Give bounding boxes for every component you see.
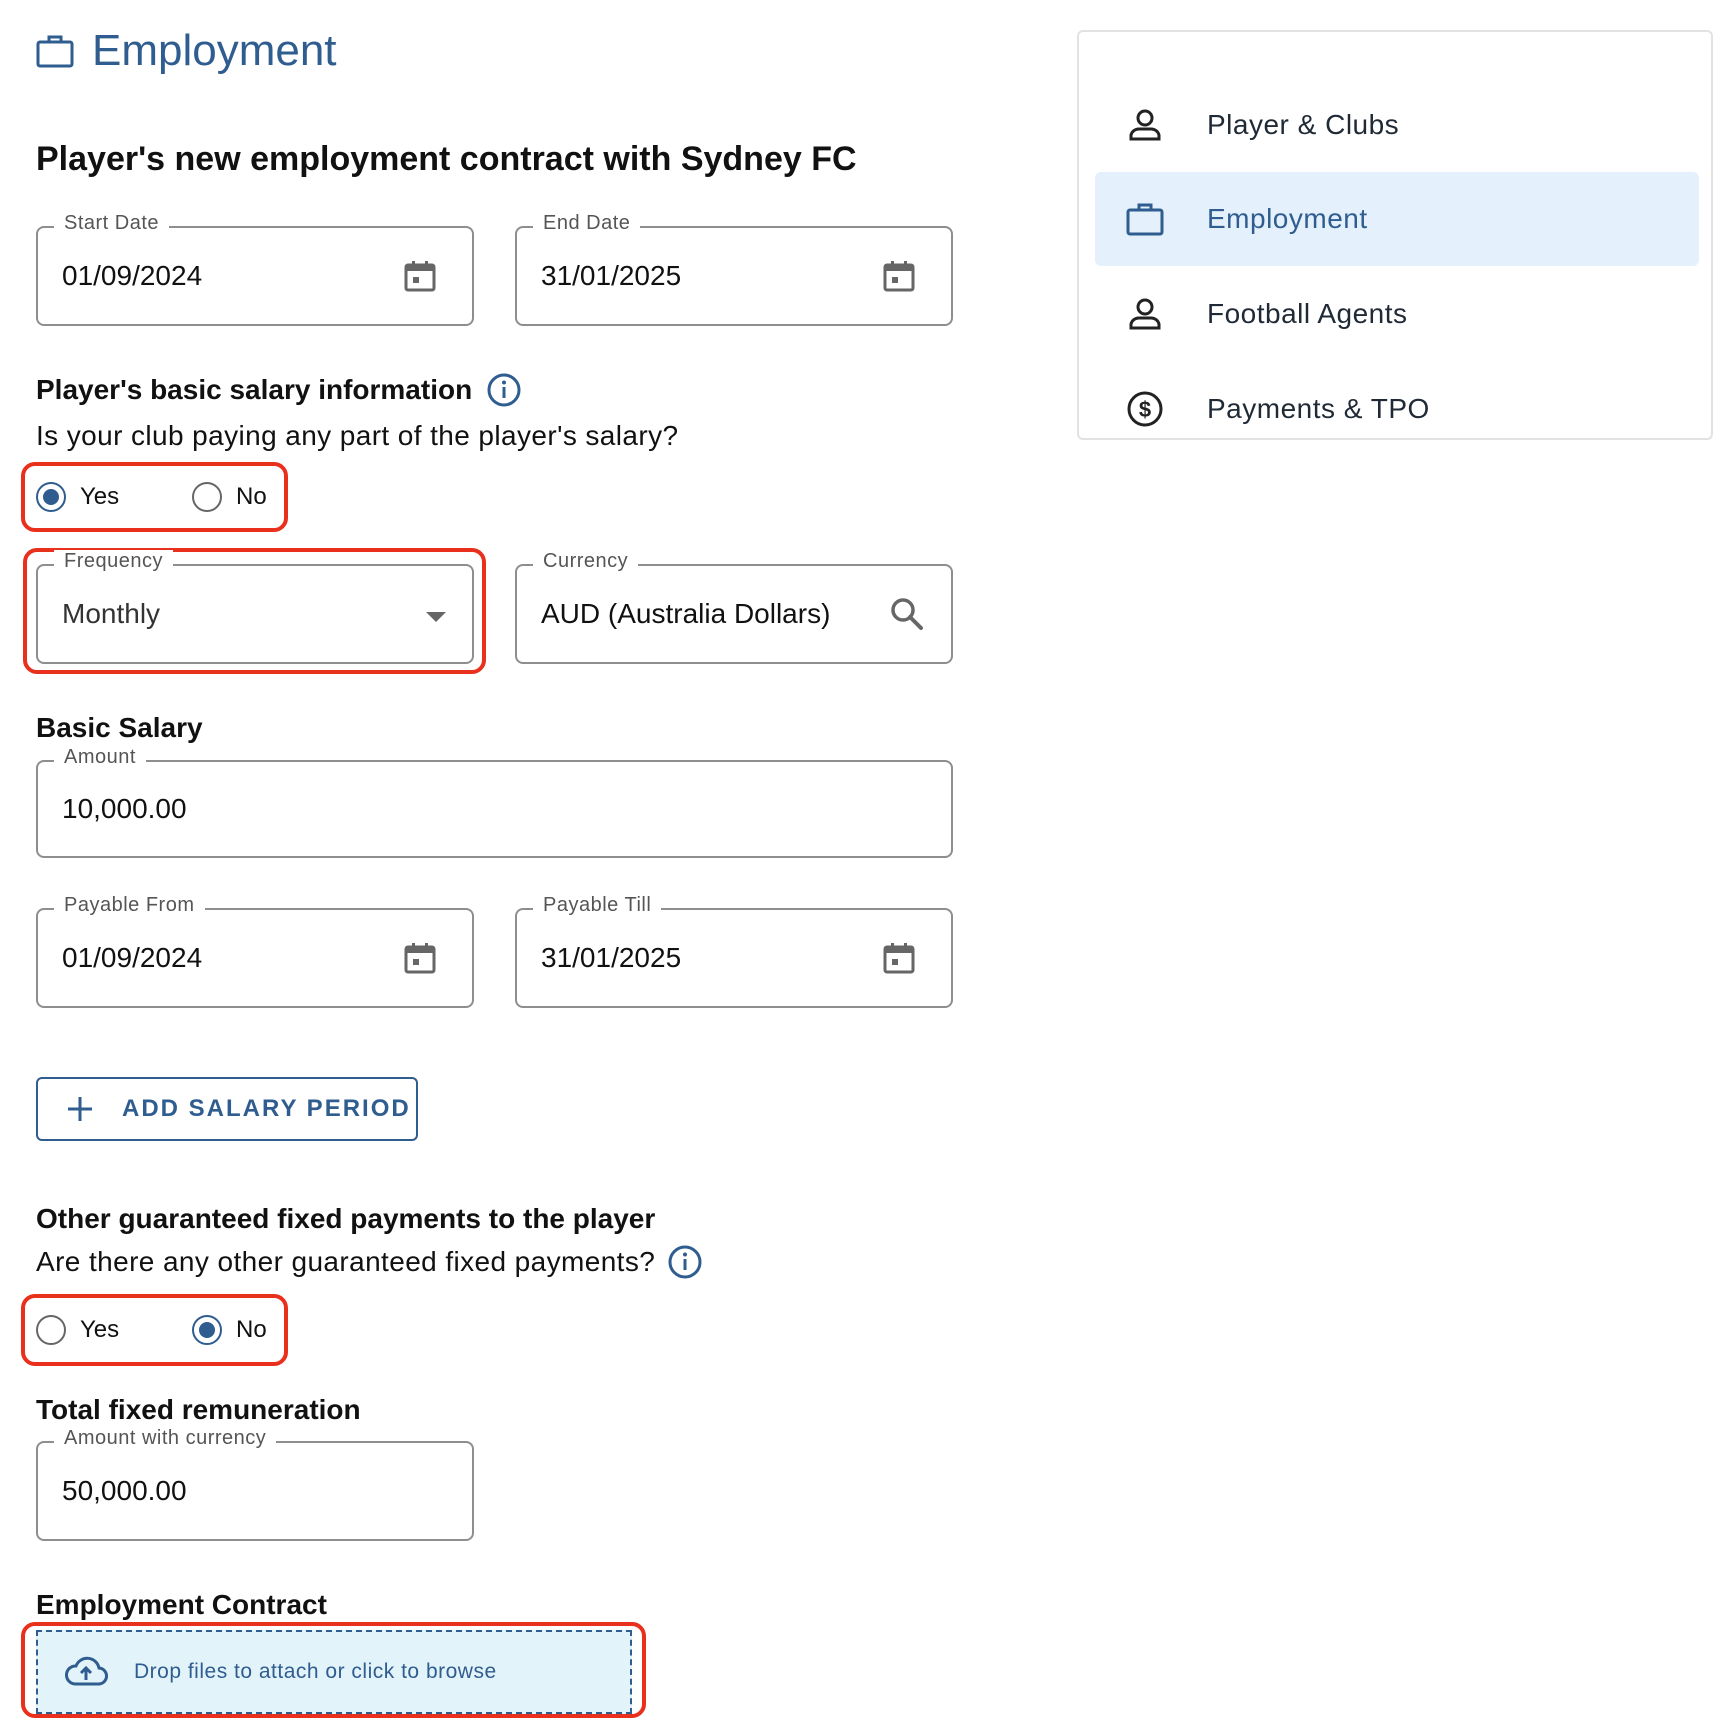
payable-till-field[interactable]: Payable Till 31/01/2025 [515,894,953,1008]
sidebar-item-label: Player & Clubs [1207,109,1400,140]
start-date-label: Start Date [54,212,170,235]
amount-label: Amount [54,746,146,769]
person-icon [1123,103,1167,147]
section-title: Player's new employment contract with Sy… [36,140,857,178]
dollar-circle-icon: $ [1123,387,1167,431]
radio-selected-icon [192,1315,222,1345]
sidebar-item-payments-tpo[interactable]: $ Payments & TPO [1095,362,1699,456]
frequency-label: Frequency [54,550,173,573]
total-amount-label: Amount with currency [54,1427,277,1450]
sidebar-item-label: Employment [1207,203,1368,234]
person-icon [1123,292,1167,336]
briefcase-icon [1123,197,1167,241]
currency-value: AUD (Australia Dollars) [541,598,831,629]
end-date-field[interactable]: End Date 31/01/2025 [515,212,953,326]
dropdown-arrow-icon[interactable] [426,612,446,622]
sidebar-item-employment[interactable]: Employment [1095,172,1699,266]
info-icon[interactable] [486,372,522,408]
total-amount-field[interactable]: Amount with currency 50,000.00 [36,1427,474,1541]
other-payments-yes-radio[interactable]: Yes [36,1315,192,1345]
file-dropzone[interactable]: Drop files to attach or click to browse [36,1630,632,1714]
page-title: Employment [92,26,337,75]
page-header: Employment [36,26,337,76]
salary-question: Is your club paying any part of the play… [36,420,679,451]
total-heading: Total fixed remuneration [36,1394,361,1425]
plus-icon [68,1097,92,1121]
other-payments-question-row: Are there any other guaranteed fixed pay… [36,1244,703,1280]
payable-from-field[interactable]: Payable From 01/09/2024 [36,894,474,1008]
add-salary-period-label: ADD SALARY PERIOD [122,1095,411,1122]
other-payments-no-radio[interactable]: No [192,1315,267,1345]
calendar-icon[interactable] [402,258,438,294]
other-payments-heading: Other guaranteed fixed payments to the p… [36,1203,656,1234]
salary-yes-radio[interactable]: Yes [36,482,192,512]
frequency-select[interactable]: Frequency Monthly [36,550,474,664]
info-icon[interactable] [667,1244,703,1280]
radio-label: No [236,1316,267,1343]
salary-heading: Player's basic salary information [36,374,473,405]
section-nav-panel: Player & Clubs Employment Football Agent… [1077,30,1713,440]
briefcase-icon [36,35,74,68]
payable-from-label: Payable From [54,894,205,917]
radio-label: No [236,483,267,510]
start-date-field[interactable]: Start Date 01/09/2024 [36,212,474,326]
basic-salary-heading: Basic Salary [36,712,203,743]
end-date-label: End Date [533,212,641,235]
search-icon[interactable] [889,596,925,632]
sidebar-item-football-agents[interactable]: Football Agents [1095,267,1699,361]
payable-till-value: 31/01/2025 [541,942,682,973]
payable-from-value: 01/09/2024 [62,942,203,973]
start-date-value: 01/09/2024 [62,260,203,291]
salary-radio-group: Yes No [36,482,267,512]
frequency-value: Monthly [62,598,161,629]
currency-label: Currency [533,550,639,573]
cloud-upload-icon [65,1656,108,1686]
radio-label: Yes [80,483,120,510]
salary-no-radio[interactable]: No [192,482,267,512]
sidebar-item-label: Payments & TPO [1207,393,1430,424]
amount-value: 10,000.00 [62,793,187,824]
svg-text:$: $ [1139,397,1151,422]
radio-label: Yes [80,1316,120,1343]
salary-heading-row: Player's basic salary information [36,372,522,408]
amount-field[interactable]: Amount 10,000.00 [36,746,953,858]
calendar-icon[interactable] [881,258,917,294]
radio-selected-icon [36,482,66,512]
other-payments-radio-group: Yes No [36,1315,267,1345]
calendar-icon[interactable] [402,940,438,976]
add-salary-period-button[interactable]: ADD SALARY PERIOD [36,1077,418,1141]
payable-till-label: Payable Till [533,894,662,917]
contract-heading: Employment Contract [36,1589,327,1620]
total-amount-value: 50,000.00 [62,1475,187,1506]
sidebar-item-label: Football Agents [1207,298,1408,329]
currency-search-field[interactable]: Currency AUD (Australia Dollars) [515,550,953,664]
dropzone-text: Drop files to attach or click to browse [134,1660,497,1683]
radio-unselected-icon [192,482,222,512]
sidebar-item-player-clubs[interactable]: Player & Clubs [1095,78,1699,172]
other-payments-question: Are there any other guaranteed fixed pay… [36,1246,656,1277]
radio-unselected-icon [36,1315,66,1345]
end-date-value: 31/01/2025 [541,260,682,291]
calendar-icon[interactable] [881,940,917,976]
